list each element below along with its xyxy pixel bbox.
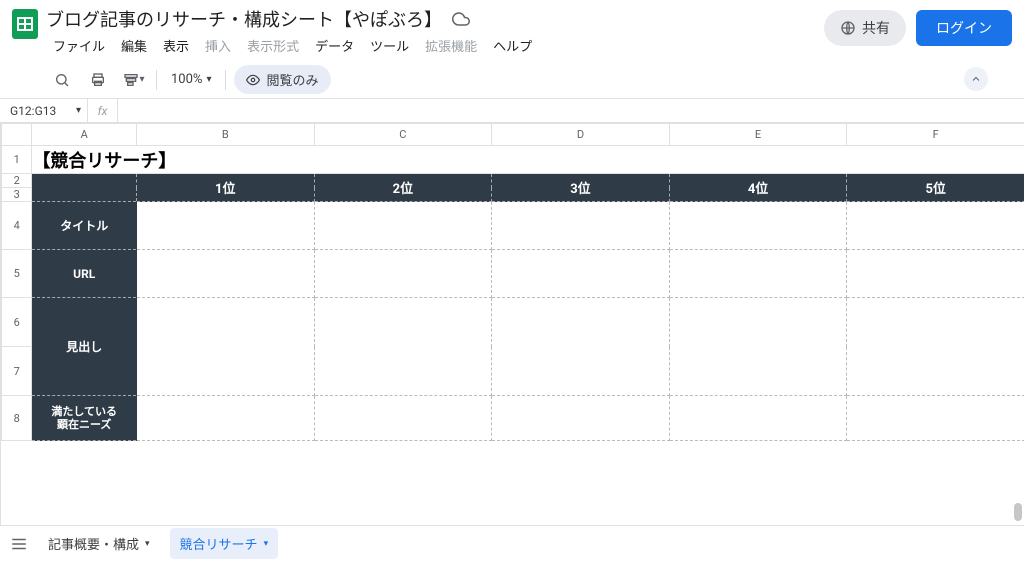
side-label-needs[interactable]: 満たしている 顕在ニーズ bbox=[32, 396, 137, 441]
search-icon[interactable] bbox=[48, 66, 76, 94]
select-all-corner[interactable] bbox=[2, 124, 32, 146]
cell-B5[interactable] bbox=[136, 250, 314, 298]
share-button[interactable]: 共有 bbox=[824, 10, 906, 46]
row-header-2[interactable]: 2 bbox=[2, 174, 32, 188]
column-header-E[interactable]: E bbox=[669, 124, 847, 146]
cell-F6[interactable] bbox=[847, 298, 1024, 396]
document-title[interactable]: ブログ記事のリサーチ・構成シート【やぽぶろ】 bbox=[46, 6, 442, 32]
column-header-C[interactable]: C bbox=[314, 124, 492, 146]
cell-D6[interactable] bbox=[492, 298, 670, 396]
section-title-cell[interactable]: 【競合リサーチ】 bbox=[32, 146, 1024, 174]
cell-F8[interactable] bbox=[847, 396, 1024, 441]
cell-C8[interactable] bbox=[314, 396, 492, 441]
sheet-tab-overview-label: 記事概要・構成 bbox=[48, 534, 139, 553]
cell-D5[interactable] bbox=[492, 250, 670, 298]
row-header-1[interactable]: 1 bbox=[2, 146, 32, 174]
name-box-value: G12:G13 bbox=[10, 104, 56, 118]
column-header-F[interactable]: F bbox=[847, 124, 1024, 146]
vertical-scrollbar[interactable] bbox=[1012, 123, 1024, 525]
fx-icon: fx bbox=[88, 99, 118, 122]
menu-view[interactable]: 表示 bbox=[156, 34, 196, 57]
rank-3-header[interactable]: 3位 bbox=[492, 174, 670, 202]
cell-B8[interactable] bbox=[136, 396, 314, 441]
column-header-A[interactable]: A bbox=[32, 124, 137, 146]
cell-C4[interactable] bbox=[314, 202, 492, 250]
view-only-pill[interactable]: 閲覧のみ bbox=[234, 65, 330, 94]
chevron-down-icon: ▾ bbox=[145, 539, 150, 549]
cell-B6[interactable] bbox=[136, 298, 314, 396]
row-header-8[interactable]: 8 bbox=[2, 396, 32, 441]
vertical-scroll-thumb[interactable] bbox=[1014, 503, 1022, 521]
row-header-4[interactable]: 4 bbox=[2, 202, 32, 250]
globe-icon bbox=[840, 20, 856, 36]
rank-2-header[interactable]: 2位 bbox=[314, 174, 492, 202]
login-button[interactable]: ログイン bbox=[916, 10, 1012, 46]
chevron-down-icon: ▾ bbox=[206, 74, 211, 85]
cell-E4[interactable] bbox=[669, 202, 847, 250]
menu-file[interactable]: ファイル bbox=[46, 34, 112, 57]
menu-edit[interactable]: 編集 bbox=[114, 34, 154, 57]
chevron-down-icon: ▾ bbox=[139, 74, 144, 85]
cell-D8[interactable] bbox=[492, 396, 670, 441]
row-header-6[interactable]: 6 bbox=[2, 298, 32, 347]
cell-D4[interactable] bbox=[492, 202, 670, 250]
menu-bar: ファイル 編集 表示 挿入 表示形式 データ ツール 拡張機能 ヘルプ bbox=[46, 34, 816, 61]
menu-extensions: 拡張機能 bbox=[418, 34, 484, 57]
menu-data[interactable]: データ bbox=[308, 34, 361, 57]
menu-help[interactable]: ヘルプ bbox=[486, 34, 539, 57]
cell-E8[interactable] bbox=[669, 396, 847, 441]
sheet-tab-research[interactable]: 競合リサーチ ▾ bbox=[170, 528, 279, 559]
row-header-5[interactable]: 5 bbox=[2, 250, 32, 298]
cell-F5[interactable] bbox=[847, 250, 1024, 298]
row-header-7[interactable]: 7 bbox=[2, 347, 32, 396]
share-label: 共有 bbox=[862, 18, 890, 38]
sheets-logo[interactable] bbox=[12, 6, 38, 41]
zoom-dropdown[interactable]: 100% ▾ bbox=[165, 72, 217, 87]
toolbar-separator bbox=[225, 70, 226, 90]
view-only-label: 閲覧のみ bbox=[266, 70, 318, 89]
needs-line1: 満たしている bbox=[51, 405, 117, 418]
menu-tools[interactable]: ツール bbox=[363, 34, 416, 57]
print-icon[interactable] bbox=[84, 66, 112, 94]
rank-1-header[interactable]: 1位 bbox=[136, 174, 314, 202]
needs-line2: 顕在ニーズ bbox=[57, 418, 111, 431]
rank-5-header[interactable]: 5位 bbox=[847, 174, 1024, 202]
cell-E6[interactable] bbox=[669, 298, 847, 396]
all-sheets-button[interactable] bbox=[10, 535, 28, 553]
chevron-down-icon: ▾ bbox=[76, 105, 81, 116]
eye-icon bbox=[246, 73, 260, 87]
login-label: ログイン bbox=[936, 21, 992, 37]
menu-format: 表示形式 bbox=[240, 34, 306, 57]
menu-insert: 挿入 bbox=[198, 34, 238, 57]
cell-C5[interactable] bbox=[314, 250, 492, 298]
side-label-url[interactable]: URL bbox=[32, 250, 137, 298]
filter-views-icon[interactable]: ▾ bbox=[120, 66, 148, 94]
cloud-status-icon bbox=[452, 10, 470, 28]
rank-4-header[interactable]: 4位 bbox=[669, 174, 847, 202]
rank-header-blank[interactable] bbox=[32, 174, 137, 202]
column-header-D[interactable]: D bbox=[492, 124, 670, 146]
cell-E5[interactable] bbox=[669, 250, 847, 298]
column-header-B[interactable]: B bbox=[136, 124, 314, 146]
side-label-title[interactable]: タイトル bbox=[32, 202, 137, 250]
collapse-toolbar-button[interactable] bbox=[964, 67, 988, 91]
cell-B4[interactable] bbox=[136, 202, 314, 250]
sheet-tab-overview[interactable]: 記事概要・構成 ▾ bbox=[38, 528, 160, 559]
row-header-3[interactable]: 3 bbox=[2, 188, 32, 202]
sheet-tab-research-label: 競合リサーチ bbox=[180, 534, 258, 553]
chevron-down-icon: ▾ bbox=[264, 539, 269, 549]
cell-C6[interactable] bbox=[314, 298, 492, 396]
toolbar-separator bbox=[156, 70, 157, 90]
cell-F4[interactable] bbox=[847, 202, 1024, 250]
formula-bar[interactable] bbox=[118, 99, 1024, 122]
name-box[interactable]: G12:G13 ▾ bbox=[0, 99, 88, 122]
zoom-value: 100% bbox=[171, 72, 202, 87]
spreadsheet-grid[interactable]: A B C D E F 1 【競合リサーチ】 2 1位 2位 3位 4位 5位 bbox=[1, 123, 1024, 441]
side-label-headings[interactable]: 見出し bbox=[32, 298, 137, 396]
